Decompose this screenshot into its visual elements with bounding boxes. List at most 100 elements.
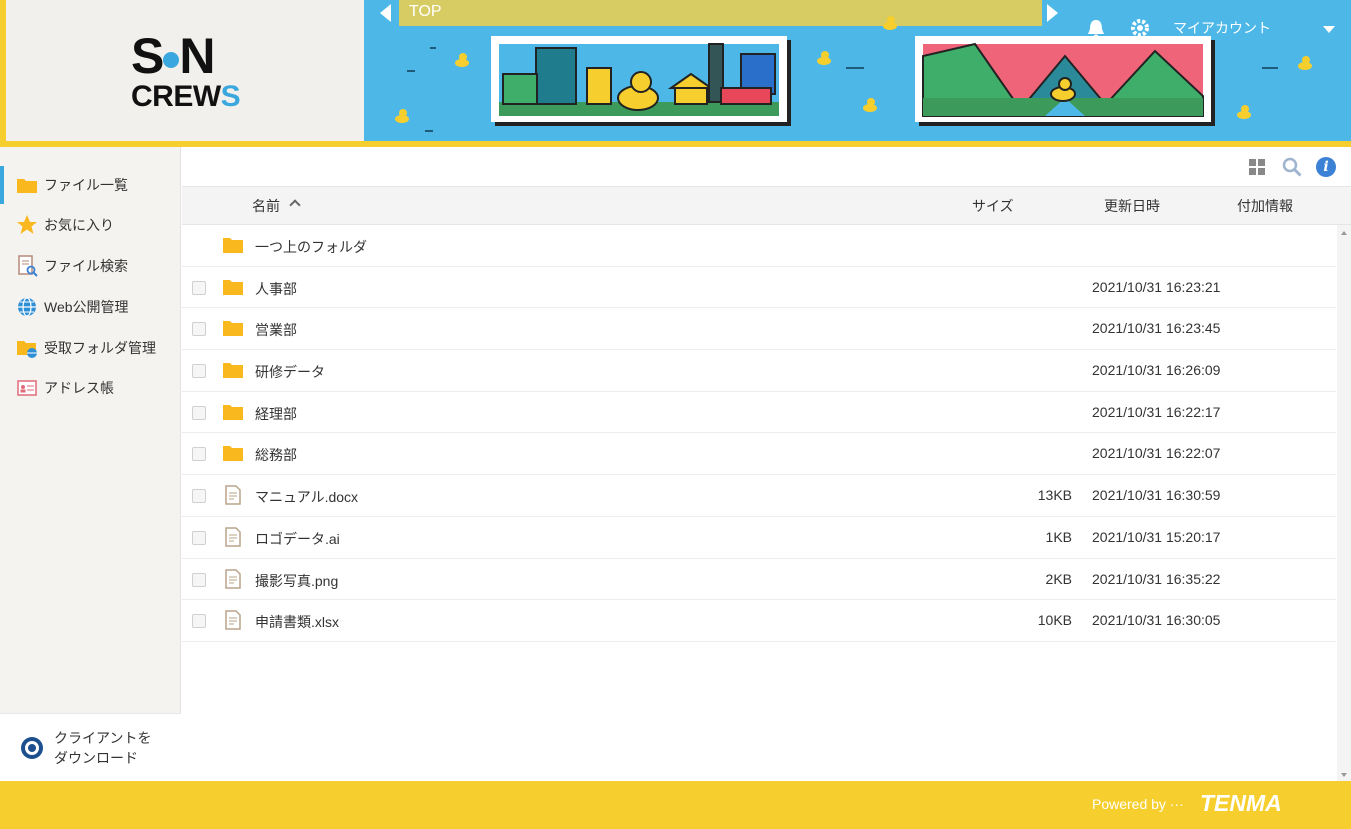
- file-modified: 2021/10/31 16:23:45: [1092, 320, 1221, 337]
- row-checkbox[interactable]: [192, 364, 206, 379]
- powered-by-label: Powered by ···: [1092, 796, 1184, 812]
- sidebar-item-label: 受取フォルダ管理: [44, 340, 156, 356]
- logo-area[interactable]: SN CREWS: [0, 0, 364, 141]
- bell-icon[interactable]: [1086, 18, 1106, 40]
- breadcrumb-top[interactable]: TOP: [409, 3, 442, 21]
- file-name[interactable]: 経理部: [255, 404, 297, 424]
- document-icon: [225, 610, 241, 630]
- table-row[interactable]: 撮影写真.png 2KB 2021/10/31 16:35:22: [182, 559, 1336, 601]
- sidebar-item-file-list[interactable]: ファイル一覧: [0, 166, 181, 204]
- row-checkbox[interactable]: [192, 405, 206, 420]
- banner-mountain-illustration[interactable]: [915, 36, 1211, 122]
- document-icon: [225, 485, 241, 505]
- my-account-menu[interactable]: マイアカウント: [1173, 18, 1271, 38]
- breadcrumb: TOP: [399, 0, 1042, 26]
- file-size: 1KB: [1045, 528, 1072, 545]
- header-banner: SN CREWS TOP マイアカウント: [0, 0, 1351, 147]
- file-modified: 2021/10/31 16:26:09: [1092, 362, 1221, 379]
- folder-icon: [223, 279, 243, 295]
- folder-icon: [223, 321, 243, 337]
- sidebar-item-favorites[interactable]: お気に入り: [0, 206, 181, 244]
- footer: Powered by ··· TENMA: [0, 781, 1351, 829]
- sidebar: ファイル一覧 お気に入り ファイル検索 Web公開管理 受取フォルダ管理 アドレ…: [0, 147, 181, 781]
- sidebar-item-label: Web公開管理: [44, 299, 129, 315]
- file-name[interactable]: 申請書類.xlsx: [255, 612, 339, 632]
- sidebar-item-file-search[interactable]: ファイル検索: [0, 247, 181, 285]
- client-download-button[interactable]: クライアントを ダウンロード: [0, 713, 181, 781]
- client-download-line1: クライアントを: [54, 729, 152, 746]
- table-row[interactable]: 総務部 2021/10/31 16:22:07: [182, 433, 1336, 476]
- parent-folder-row[interactable]: 一つ上のフォルダ: [182, 225, 1336, 267]
- column-header-name[interactable]: 名前: [252, 196, 280, 216]
- duck-icon: [817, 51, 831, 65]
- file-name[interactable]: 研修データ: [255, 362, 325, 382]
- document-icon: [225, 568, 241, 589]
- table-row[interactable]: 営業部 2021/10/31 16:23:45: [182, 308, 1336, 351]
- file-modified: 2021/10/31 16:23:21: [1092, 278, 1221, 295]
- column-header-size[interactable]: サイズ: [972, 196, 1014, 216]
- row-checkbox[interactable]: [192, 530, 206, 545]
- file-modified: 2021/10/31 16:22:07: [1092, 445, 1221, 462]
- file-size: 10KB: [1037, 612, 1072, 629]
- receive-folder-icon: [17, 341, 37, 358]
- client-app-icon: [21, 736, 43, 759]
- table-row[interactable]: 研修データ 2021/10/31 16:26:09: [182, 350, 1336, 392]
- file-search-icon: [18, 255, 38, 277]
- sidebar-item-web-publish[interactable]: Web公開管理: [0, 288, 181, 326]
- chevron-down-icon[interactable]: [1323, 26, 1335, 33]
- table-row[interactable]: 経理部 2021/10/31 16:22:17: [182, 392, 1336, 434]
- table-row[interactable]: 申請書類.xlsx 10KB 2021/10/31 16:30:05: [182, 600, 1336, 642]
- file-name[interactable]: ロゴデータ.ai: [255, 529, 340, 549]
- banner-city-illustration[interactable]: [491, 36, 787, 122]
- folder-icon: [223, 238, 243, 253]
- sort-ascending-icon[interactable]: [289, 199, 301, 211]
- file-name[interactable]: 撮影写真.png: [255, 571, 338, 591]
- row-checkbox[interactable]: [192, 447, 206, 462]
- info-icon[interactable]: i: [1316, 157, 1336, 177]
- folder-icon: [17, 179, 37, 193]
- sidebar-item-receive-folder[interactable]: 受取フォルダ管理: [0, 329, 181, 367]
- sidebar-item-address-book[interactable]: アドレス帳: [0, 369, 181, 407]
- sidebar-item-label: ファイル検索: [44, 258, 128, 274]
- column-header-modified[interactable]: 更新日時: [1104, 196, 1160, 216]
- file-list: 一つ上のフォルダ 人事部 2021/10/31 16:23:21 営業部 202…: [182, 225, 1336, 642]
- table-row[interactable]: マニュアル.docx 13KB 2021/10/31 16:30:59: [182, 475, 1336, 517]
- parent-folder-label: 一つ上のフォルダ: [255, 239, 367, 255]
- nav-back-arrow-icon[interactable]: [380, 4, 391, 22]
- row-checkbox[interactable]: [192, 322, 206, 337]
- file-name[interactable]: マニュアル.docx: [255, 487, 358, 507]
- sin-crews-logo: SN CREWS: [131, 28, 241, 113]
- table-row[interactable]: ロゴデータ.ai 1KB 2021/10/31 15:20:17: [182, 517, 1336, 559]
- row-checkbox[interactable]: [192, 280, 206, 295]
- toolbar: i: [182, 147, 1351, 187]
- search-icon[interactable]: [1282, 157, 1302, 177]
- scroll-down-icon[interactable]: [1341, 773, 1347, 777]
- grid-view-icon[interactable]: [1249, 159, 1265, 175]
- gear-icon[interactable]: [1130, 18, 1150, 38]
- file-modified: 2021/10/31 16:35:22: [1092, 570, 1221, 587]
- file-name[interactable]: 営業部: [255, 320, 297, 340]
- duck-icon: [883, 16, 897, 30]
- client-download-line2: ダウンロード: [54, 749, 138, 766]
- file-modified: 2021/10/31 16:30:59: [1092, 487, 1221, 504]
- document-icon: [225, 527, 241, 547]
- file-name[interactable]: 人事部: [255, 279, 297, 299]
- tenma-logo: TENMA: [1200, 790, 1282, 816]
- scroll-up-icon[interactable]: [1341, 231, 1347, 235]
- nav-forward-arrow-icon[interactable]: [1047, 4, 1058, 22]
- column-header-extra-info[interactable]: 付加情報: [1237, 196, 1293, 216]
- duck-icon: [455, 53, 469, 67]
- table-row[interactable]: 人事部 2021/10/31 16:23:21: [182, 267, 1336, 309]
- duck-icon: [1298, 56, 1312, 70]
- vertical-scrollbar[interactable]: [1337, 225, 1351, 781]
- file-size: 2KB: [1045, 570, 1072, 587]
- duck-icon: [395, 109, 409, 123]
- row-checkbox[interactable]: [192, 614, 206, 629]
- file-name[interactable]: 総務部: [255, 445, 297, 465]
- app-window: SN CREWS TOP マイアカウント ファイル一覧 お気に入り ファイル検索…: [0, 0, 1351, 829]
- row-checkbox[interactable]: [192, 572, 206, 587]
- file-size: 13KB: [1037, 487, 1072, 504]
- row-checkbox[interactable]: [192, 489, 206, 504]
- address-book-icon: [17, 380, 37, 396]
- duck-icon: [1237, 105, 1251, 119]
